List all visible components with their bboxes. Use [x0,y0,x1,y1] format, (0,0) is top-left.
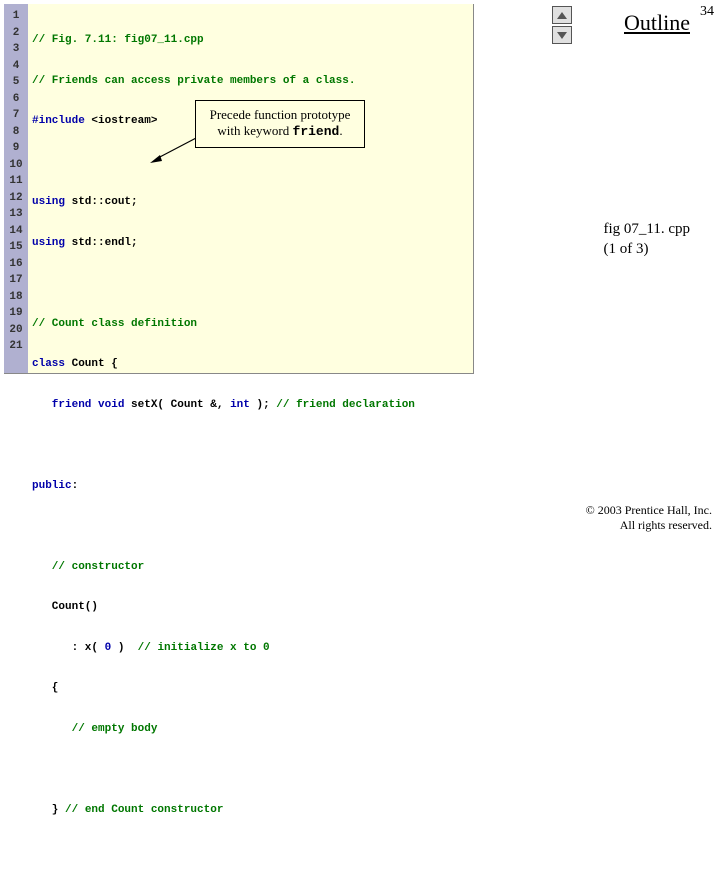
code-text: Count { [72,358,118,370]
line-number: 18 [4,289,28,306]
nav-up-button[interactable] [552,6,572,24]
figure-label: fig 07_11. cpp (1 of 3) [603,220,690,259]
line-number: 15 [4,239,28,256]
code-text: : x( [32,642,105,654]
line-number: 12 [4,190,28,207]
triangle-up-icon [557,12,567,19]
copyright-notice: © 2003 Prentice Hall, Inc. All rights re… [586,503,712,534]
code-text: // friend declaration [276,399,415,411]
code-text: 0 [105,642,112,654]
code-text: #include [32,115,91,127]
triangle-down-icon [557,32,567,39]
code-text: } [32,804,65,816]
line-number: 5 [4,74,28,91]
line-number: 8 [4,124,28,141]
code-panel: 1 2 3 4 5 6 7 8 9 10 11 12 13 14 15 16 1… [4,4,474,374]
line-number: 21 [4,338,28,355]
outline-heading: Outline [624,10,690,36]
code-text: ); [250,399,276,411]
code-text: public [32,480,72,492]
callout-box: Precede function prototype with keyword … [195,100,365,148]
code-text: int [230,399,250,411]
line-number: 2 [4,25,28,42]
line-number: 20 [4,322,28,339]
line-number: 14 [4,223,28,240]
code-text: Count() [32,601,98,613]
code-text: // end Count constructor [65,804,223,816]
line-number: 17 [4,272,28,289]
nav-buttons [552,6,572,46]
line-number: 4 [4,58,28,75]
code-text: using [32,196,72,208]
line-number: 19 [4,305,28,322]
code-text: : [72,480,79,492]
code-text: { [32,682,58,694]
copyright-line: © 2003 Prentice Hall, Inc. [586,503,712,519]
line-number: 16 [4,256,28,273]
code-text: // constructor [32,561,144,573]
nav-down-button[interactable] [552,26,572,44]
line-number: 3 [4,41,28,58]
code-text: std::cout; [72,196,138,208]
line-number: 11 [4,173,28,190]
line-gutter: 1 2 3 4 5 6 7 8 9 10 11 12 13 14 15 16 1… [4,4,28,373]
line-number: 6 [4,91,28,108]
line-number: 13 [4,206,28,223]
code-text: class [32,358,72,370]
line-number: 7 [4,107,28,124]
page-number: 34 [700,4,714,20]
code-text: setX( Count &, [131,399,230,411]
code-text: // Count class definition [32,318,197,330]
copyright-line: All rights reserved. [586,518,712,534]
code-text: // Friends can access private members of… [32,75,355,87]
callout-text: Precede function prototype [204,107,356,123]
callout-text: with keyword friend. [204,123,356,140]
code-text: std::endl; [72,237,138,249]
code-text: ) [111,642,137,654]
code-text: // initialize x to 0 [138,642,270,654]
line-number: 1 [4,8,28,25]
figure-filename: fig 07_11. cpp [603,220,690,240]
code-text: friend void [32,399,131,411]
code-text: // empty body [32,723,157,735]
line-number: 9 [4,140,28,157]
code-text: // Fig. 7.11: fig07_11.cpp [32,34,204,46]
code-text: <iostream> [91,115,157,127]
line-number: 10 [4,157,28,174]
figure-page-part: (1 of 3) [603,240,690,260]
code-text: using [32,237,72,249]
